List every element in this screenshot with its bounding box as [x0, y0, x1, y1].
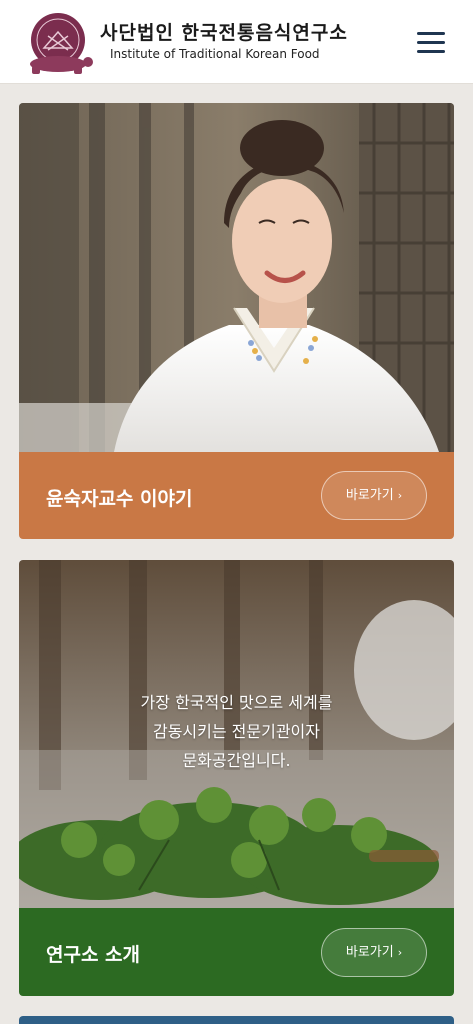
professor-story-title: 윤숙자교수 이야기: [46, 488, 193, 510]
institute-intro-text: 가장 한국적인 맛으로 세계를 감동시키는 전문기관이자 문화공간입니다.: [19, 688, 454, 775]
next-card-preview[interactable]: [19, 1016, 454, 1024]
go-button-label: 바로가기: [345, 945, 394, 960]
institute-intro-bar: 연구소 소개 바로가기 ›: [19, 908, 454, 996]
institute-intro-image: 가장 한국적인 맛으로 세계를 감동시키는 전문기관이자 문화공간입니다.: [19, 560, 454, 908]
institute-intro-go-button[interactable]: 바로가기 ›: [321, 928, 427, 977]
professor-story-go-button[interactable]: 바로가기 ›: [321, 471, 427, 520]
chevron-right-icon: ›: [397, 489, 403, 502]
chevron-right-icon: ›: [397, 946, 403, 959]
institute-intro-title: 연구소 소개: [46, 944, 141, 966]
intro-text-line: 감동시키는 전문기관이자: [152, 722, 320, 741]
brand-name-english[interactable]: Institute of Traditional Korean Food: [110, 47, 320, 61]
hamburger-menu-icon[interactable]: [414, 30, 448, 56]
institute-intro-card[interactable]: 가장 한국적인 맛으로 세계를 감동시키는 전문기관이자 문화공간입니다. 연구…: [19, 560, 454, 996]
turtle-logo-icon[interactable]: [20, 10, 96, 80]
brand-name-korean[interactable]: 사단법인 한국전통음식연구소: [100, 18, 348, 45]
professor-story-bar: 윤숙자교수 이야기 바로가기 ›: [19, 452, 454, 539]
professor-portrait-image: [19, 103, 454, 452]
intro-text-line: 문화공간입니다.: [182, 751, 291, 770]
site-header: 사단법인 한국전통음식연구소 Institute of Traditional …: [0, 0, 473, 84]
intro-text-line: 가장 한국적인 맛으로 세계를: [140, 693, 333, 712]
professor-story-card[interactable]: 윤숙자교수 이야기 바로가기 ›: [19, 103, 454, 539]
go-button-label: 바로가기: [345, 488, 394, 503]
